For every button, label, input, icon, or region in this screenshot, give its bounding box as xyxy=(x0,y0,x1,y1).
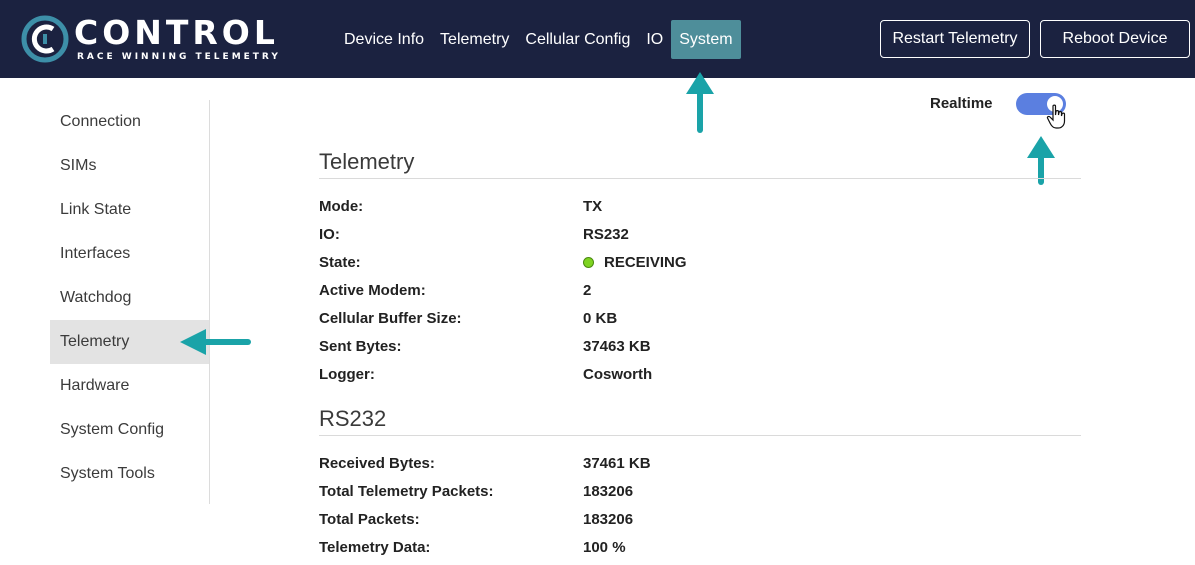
sidebar-item-interfaces[interactable]: Interfaces xyxy=(50,232,209,276)
sidebar-item-link-state[interactable]: Link State xyxy=(50,188,209,232)
sidebar-item-connection[interactable]: Connection xyxy=(50,100,209,144)
kv-key: Telemetry Data: xyxy=(319,539,431,556)
sidebar-item-watchdog[interactable]: Watchdog xyxy=(50,276,209,320)
sidebar-item-system-config[interactable]: System Config xyxy=(50,408,209,452)
nav-cellular-config[interactable]: Cellular Config xyxy=(517,20,638,59)
sidebar-item-sims[interactable]: SIMs xyxy=(50,144,209,188)
telemetry-section-title: Telemetry xyxy=(319,149,415,174)
kv-row-received-bytes: Received Bytes: 37461 KB xyxy=(319,450,1079,478)
section-divider xyxy=(319,178,1081,179)
kv-key: Total Packets: xyxy=(319,511,420,528)
kv-value: 100 % xyxy=(583,539,626,556)
kv-key: Logger: xyxy=(319,366,375,383)
hand-cursor-icon xyxy=(1046,104,1066,129)
kv-value: 183206 xyxy=(583,483,634,500)
kv-row-telemetry-data: Telemetry Data: 100 % xyxy=(319,534,1079,562)
annotation-arrow-left-icon xyxy=(180,329,251,355)
brand-name: CONTROL xyxy=(74,13,279,52)
kv-value: 37461 KB xyxy=(583,455,651,472)
sidebar-item-system-tools[interactable]: System Tools xyxy=(50,452,209,496)
kv-row-state: State: RECEIVING xyxy=(319,249,1079,277)
nav-device-info[interactable]: Device Info xyxy=(336,20,432,59)
control-logo-icon xyxy=(21,15,69,63)
kv-key: IO: xyxy=(319,226,340,243)
kv-value: RS232 xyxy=(583,226,629,243)
kv-key: State: xyxy=(319,254,361,271)
kv-key: Total Telemetry Packets: xyxy=(319,483,494,500)
kv-key: Cellular Buffer Size: xyxy=(319,310,462,327)
nav-system[interactable]: System xyxy=(671,20,741,59)
state-text: RECEIVING xyxy=(604,254,687,271)
main-nav: Device Info Telemetry Cellular Config IO… xyxy=(336,20,741,59)
kv-row-active-modem: Active Modem: 2 xyxy=(319,277,1079,305)
rs232-section-title: RS232 xyxy=(319,406,387,431)
sidebar-item-hardware[interactable]: Hardware xyxy=(50,364,209,408)
status-dot-icon xyxy=(583,257,594,268)
kv-value: Cosworth xyxy=(583,366,653,383)
kv-row-sent-bytes: Sent Bytes: 37463 KB xyxy=(319,333,1079,361)
kv-value: 37463 KB xyxy=(583,338,651,355)
nav-telemetry[interactable]: Telemetry xyxy=(432,20,517,59)
kv-value: TX xyxy=(583,198,603,215)
kv-row-total-telemetry-packets: Total Telemetry Packets: 183206 xyxy=(319,478,1079,506)
kv-row-logger: Logger: Cosworth xyxy=(319,361,1079,389)
kv-key: Active Modem: xyxy=(319,282,426,299)
kv-row-mode: Mode: TX xyxy=(319,193,1079,221)
kv-key: Received Bytes: xyxy=(319,455,435,472)
kv-value: 2 xyxy=(583,282,592,299)
sidebar: Connection SIMs Link State Interfaces Wa… xyxy=(50,100,210,504)
kv-row-cellular-buffer-size: Cellular Buffer Size: 0 KB xyxy=(319,305,1079,333)
kv-value-state: RECEIVING xyxy=(583,254,687,271)
section-divider xyxy=(319,435,1081,436)
kv-key: Sent Bytes: xyxy=(319,338,402,355)
top-navbar: CONTROL RACE WINNING TELEMETRY Device In… xyxy=(0,0,1195,78)
nav-io[interactable]: IO xyxy=(638,20,671,59)
kv-value: 183206 xyxy=(583,511,634,528)
kv-row-io: IO: RS232 xyxy=(319,221,1079,249)
reboot-device-button[interactable]: Reboot Device xyxy=(1040,20,1190,58)
annotation-arrow-up-icon xyxy=(686,72,714,133)
realtime-label: Realtime xyxy=(930,95,993,112)
brand-tagline: RACE WINNING TELEMETRY xyxy=(77,52,281,62)
brand-logo[interactable]: CONTROL RACE WINNING TELEMETRY xyxy=(20,14,290,66)
restart-telemetry-button[interactable]: Restart Telemetry xyxy=(880,20,1030,58)
kv-key: Mode: xyxy=(319,198,364,215)
kv-value: 0 KB xyxy=(583,310,618,327)
kv-row-total-packets: Total Packets: 183206 xyxy=(319,506,1079,534)
